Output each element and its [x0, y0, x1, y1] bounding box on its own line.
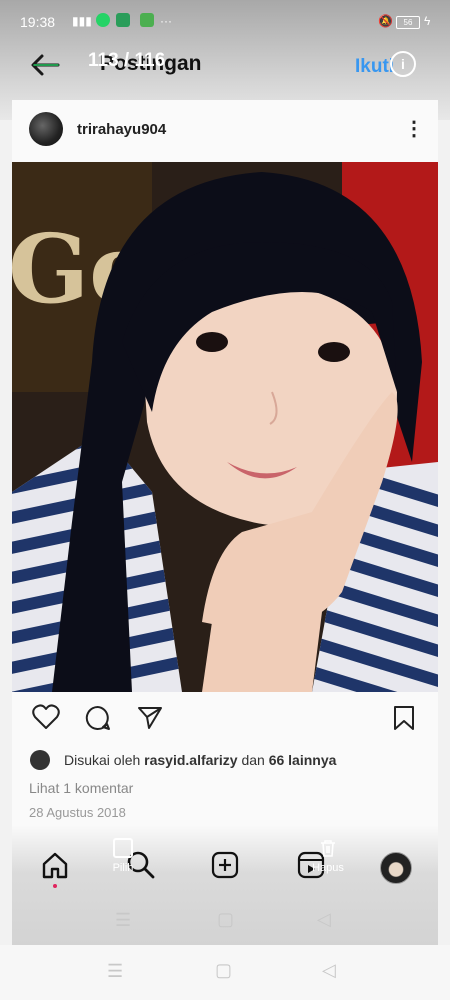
more-options-icon[interactable]: ⋮	[404, 116, 424, 141]
save-button[interactable]	[392, 704, 416, 737]
sim-signal-icon: ▮▮▮	[72, 14, 92, 28]
liker-avatar	[30, 750, 50, 770]
recent-apps-icon[interactable]: ☰	[107, 961, 123, 982]
liked-prefix: Disukai oleh	[64, 752, 141, 768]
system-navigation-bar: ☰ ▢ ◁	[0, 945, 450, 1000]
menu-icon: ☰	[115, 910, 132, 930]
send-icon	[138, 707, 162, 729]
status-bar: 19:38 ▮▮▮ ··· 🔕 56 ϟ	[0, 8, 450, 36]
post-photo[interactable]: Gep	[12, 162, 438, 692]
battery-icon: 56	[396, 16, 420, 29]
follow-button[interactable]: Ikuti	[355, 56, 394, 78]
comment-button[interactable]	[84, 704, 112, 737]
delete-label: Hapus	[312, 862, 344, 874]
whatsapp-icon	[96, 13, 110, 27]
back-icon[interactable]: ◁	[322, 960, 336, 981]
post-date: 28 Agustus 2018	[29, 805, 126, 820]
post-username[interactable]: trirahayu904	[77, 121, 166, 138]
likes-summary[interactable]: Disukai oleh rasyid.alfarizy dan 66 lain…	[30, 750, 430, 772]
status-time: 19:38	[20, 14, 56, 30]
mute-icon: 🔕	[378, 14, 393, 28]
select-label: Pilih	[112, 862, 134, 874]
square-icon: ▢	[217, 909, 235, 929]
liked-others[interactable]: 66 lainnya	[269, 752, 337, 768]
home-tab[interactable]	[40, 850, 70, 885]
share-button[interactable]	[136, 704, 164, 737]
bookmark-icon	[394, 706, 414, 730]
back-arrow-icon	[31, 54, 60, 76]
home-square-icon[interactable]: ▢	[215, 960, 232, 981]
liked-user[interactable]: rasyid.alfarizy	[144, 752, 237, 768]
delete-button[interactable]: Hapus	[308, 838, 348, 874]
post-actions	[12, 700, 438, 740]
checkbox-icon	[113, 838, 133, 858]
back-triangle-icon: ◁	[317, 909, 331, 929]
add-post-icon	[211, 851, 239, 879]
view-comments-link[interactable]: Lihat 1 komentar	[29, 780, 133, 796]
charging-icon: ϟ	[424, 14, 431, 28]
profile-tab-avatar[interactable]	[380, 852, 412, 884]
chat-app-icon	[116, 13, 130, 27]
inner-system-nav: ☰ ▢ ◁	[12, 900, 438, 940]
new-post-tab[interactable]	[210, 850, 240, 885]
image-counter: 113 / 116	[88, 50, 166, 71]
post-header: trirahayu904 ⋮	[12, 108, 438, 158]
avatar[interactable]	[29, 112, 63, 146]
liked-and: dan	[241, 752, 265, 768]
more-notifications-icon: ···	[160, 14, 172, 28]
likes-text: Disukai oleh rasyid.alfarizy dan 66 lain…	[64, 752, 336, 768]
trash-icon	[321, 840, 335, 857]
back-button[interactable]	[28, 50, 62, 80]
home-icon	[42, 852, 68, 879]
home-notification-dot	[53, 884, 57, 888]
select-button[interactable]: Pilih	[108, 838, 138, 874]
heart-icon	[32, 704, 60, 729]
like-button[interactable]	[32, 704, 60, 735]
comment-icon	[85, 705, 110, 730]
info-icon[interactable]: i	[390, 51, 416, 77]
chat-app-icon	[140, 13, 154, 27]
